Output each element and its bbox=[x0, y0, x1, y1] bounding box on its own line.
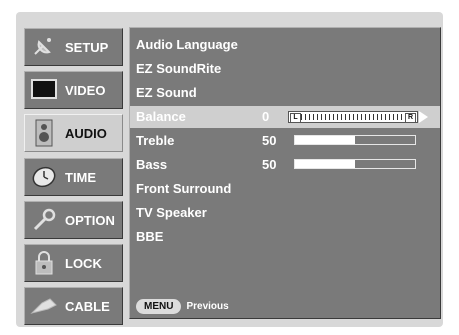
bass-level-fill bbox=[295, 160, 355, 168]
clock-icon bbox=[29, 162, 59, 192]
sidebar-item-label: AUDIO bbox=[65, 125, 107, 141]
menu-item-bbe[interactable]: BBE bbox=[136, 226, 436, 248]
menu-item-bass[interactable]: Bass 50 bbox=[136, 154, 436, 176]
menu-item-label: EZ Sound bbox=[136, 85, 197, 100]
satellite-icon bbox=[29, 32, 59, 62]
balance-slider[interactable]: L R bbox=[288, 111, 418, 123]
tv-screen-icon bbox=[29, 75, 59, 105]
menu-item-audio-language[interactable]: Audio Language bbox=[136, 34, 436, 56]
footer-hint: MENU Previous bbox=[136, 297, 229, 315]
balance-right-label: R bbox=[405, 113, 416, 123]
sidebar-item-label: OPTION bbox=[65, 212, 115, 228]
right-arrow-icon[interactable] bbox=[419, 111, 428, 123]
menu-item-label: Front Surround bbox=[136, 181, 232, 196]
sidebar-item-label: VIDEO bbox=[65, 82, 106, 98]
menu-item-treble[interactable]: Treble 50 bbox=[136, 130, 436, 152]
sidebar-item-label: SETUP bbox=[65, 39, 109, 55]
previous-hint: Previous bbox=[186, 300, 229, 312]
bass-value: 50 bbox=[262, 157, 277, 172]
menu-item-label: Audio Language bbox=[136, 37, 238, 52]
menu-item-label: Treble bbox=[136, 133, 175, 148]
sidebar-item-label: LOCK bbox=[65, 255, 102, 271]
sidebar-item-option[interactable]: OPTION bbox=[24, 201, 123, 239]
menu-item-label: EZ SoundRite bbox=[136, 61, 222, 76]
wrench-icon bbox=[29, 205, 59, 235]
menu-item-label: Balance bbox=[136, 109, 186, 124]
treble-slider[interactable] bbox=[294, 135, 416, 145]
menu-item-label: TV Speaker bbox=[136, 205, 207, 220]
menu-item-tv-speaker[interactable]: TV Speaker bbox=[136, 202, 436, 224]
menu-item-front-surround[interactable]: Front Surround bbox=[136, 178, 436, 200]
menu-button[interactable]: MENU bbox=[136, 298, 182, 314]
menu-item-ez-sound[interactable]: EZ Sound bbox=[136, 82, 436, 104]
padlock-icon bbox=[29, 248, 59, 278]
sidebar-item-video[interactable]: VIDEO bbox=[24, 71, 123, 109]
bass-slider[interactable] bbox=[294, 159, 416, 169]
balance-left-label: L bbox=[290, 113, 301, 123]
treble-value: 50 bbox=[262, 133, 277, 148]
menu-item-label: Bass bbox=[136, 157, 168, 172]
speaker-icon bbox=[29, 118, 59, 148]
cable-plug-icon bbox=[29, 291, 59, 321]
menu-item-balance[interactable]: Balance 0 L R bbox=[130, 106, 440, 128]
sidebar-item-label: TIME bbox=[65, 169, 97, 185]
treble-level-fill bbox=[295, 136, 355, 144]
sidebar-item-time[interactable]: TIME bbox=[24, 158, 123, 196]
sidebar-item-label: CABLE bbox=[65, 298, 110, 314]
sidebar-item-lock[interactable]: LOCK bbox=[24, 244, 123, 282]
menu-item-label: BBE bbox=[136, 229, 164, 244]
sidebar-item-setup[interactable]: SETUP bbox=[24, 28, 123, 66]
audio-menu-panel: Audio Language EZ SoundRite EZ Sound Bal… bbox=[129, 27, 441, 319]
menu-item-ez-soundrite[interactable]: EZ SoundRite bbox=[136, 58, 436, 80]
sidebar-item-cable[interactable]: CABLE bbox=[24, 287, 123, 325]
balance-scale bbox=[301, 114, 405, 120]
sidebar-item-audio[interactable]: AUDIO bbox=[24, 114, 123, 152]
